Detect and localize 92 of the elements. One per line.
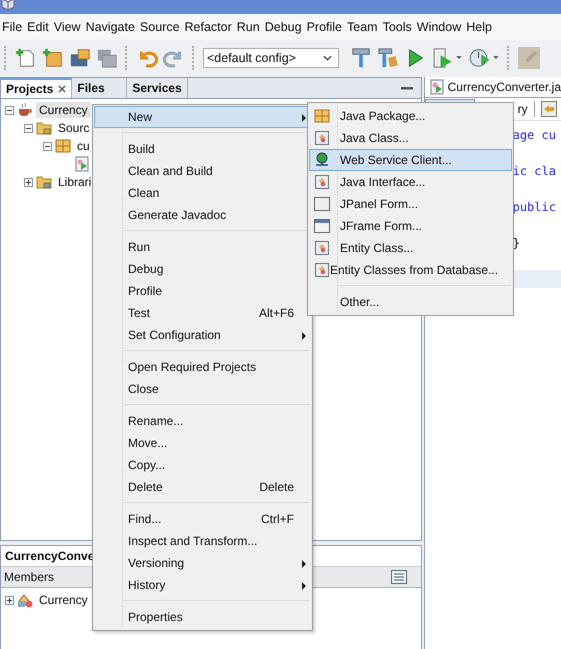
menu-item[interactable]: History xyxy=(94,574,311,596)
menu-bar-item[interactable]: Navigate xyxy=(84,20,139,34)
menu-bar-item[interactable]: Refactor xyxy=(184,20,236,34)
hammer-broom-icon[interactable] xyxy=(377,47,399,69)
panel-tab[interactable]: Projects xyxy=(1,78,72,98)
menu-item[interactable]: Copy... xyxy=(94,454,311,476)
menu-item[interactable]: Java Interface... xyxy=(309,171,512,193)
class-file-icon xyxy=(314,262,330,278)
panel-tab[interactable]: Files xyxy=(72,78,128,98)
code-text: } xyxy=(512,236,520,250)
config-dropdown[interactable]: <default config> xyxy=(203,48,339,68)
menu-bar-item[interactable]: Run xyxy=(236,20,264,34)
tree-item[interactable]: Currency xyxy=(36,592,91,608)
hammer-icon[interactable] xyxy=(350,47,372,69)
menu-item[interactable]: Other... xyxy=(309,291,512,313)
menu-item[interactable]: Rename... xyxy=(94,410,311,432)
tree-item[interactable]: cu xyxy=(74,138,93,154)
collapse-icon[interactable] xyxy=(43,142,52,150)
menu-item[interactable]: Run xyxy=(94,236,311,258)
menu-item[interactable]: Generate Javadoc xyxy=(94,204,311,226)
new-file-icon[interactable] xyxy=(15,47,37,69)
menu-bar-item[interactable]: Help xyxy=(465,20,496,34)
minimize-icon[interactable] xyxy=(400,86,413,90)
caret-icon xyxy=(323,55,332,61)
collapse-icon[interactable] xyxy=(24,124,33,132)
menu-item[interactable]: JFrame Form... xyxy=(309,215,512,237)
menu-item[interactable]: Find... Ctrl+F xyxy=(94,508,311,530)
open-folder-icon[interactable] xyxy=(69,47,91,69)
menu-bar-item[interactable]: Window xyxy=(416,20,466,34)
menu-item[interactable]: Properties xyxy=(94,606,311,628)
coffee-cup-icon xyxy=(17,102,33,118)
tree-item[interactable]: Librari xyxy=(55,174,94,190)
menu-item[interactable]: Versioning xyxy=(94,552,311,574)
list-icon[interactable] xyxy=(390,570,407,584)
save-all-icon[interactable] xyxy=(96,47,118,69)
class-file-icon xyxy=(314,240,330,256)
menu-bar-item[interactable]: Tools xyxy=(382,20,416,34)
java-file-icon xyxy=(428,79,445,95)
menu-item[interactable]: Open Required Projects xyxy=(94,356,311,378)
menu-bar-item[interactable]: File xyxy=(1,20,26,34)
window-icon xyxy=(314,218,330,234)
menu-bar-item[interactable]: View xyxy=(52,20,85,34)
code-text: ic cla xyxy=(512,164,556,178)
menu-item[interactable]: Clean and Build xyxy=(94,160,311,182)
close-icon[interactable] xyxy=(58,85,66,93)
menu-bar-item[interactable]: Profile xyxy=(306,20,346,34)
menu-item[interactable]: Inspect and Transform... xyxy=(94,530,311,552)
menu-item[interactable]: Set Configuration xyxy=(94,324,311,346)
panel-icon xyxy=(314,196,330,212)
collapse-icon[interactable] xyxy=(5,106,14,114)
menu-item[interactable]: JPanel Form... xyxy=(309,193,512,215)
view-tab[interactable]: ry xyxy=(518,102,528,116)
menu-item[interactable]: Java Package... xyxy=(309,105,512,127)
menu-item[interactable]: Entity Classes from Database... xyxy=(309,259,512,281)
menu-bar-item[interactable]: Debug xyxy=(264,20,306,34)
java-file-icon xyxy=(74,156,90,172)
package-icon xyxy=(55,138,71,154)
panel-tab[interactable]: Services xyxy=(127,78,188,98)
menu-item[interactable]: Delete Delete xyxy=(94,476,311,498)
cube-icon xyxy=(1,0,15,10)
menu-item[interactable]: Close xyxy=(94,378,311,400)
new-folder-icon[interactable] xyxy=(42,47,64,69)
folder-icon xyxy=(36,174,52,190)
menu-bar-item[interactable]: Edit xyxy=(26,20,53,34)
package-icon xyxy=(314,108,330,124)
panel-title: CurrencyConve xyxy=(5,549,94,563)
menu-item[interactable]: Build xyxy=(94,138,311,160)
globe-icon xyxy=(314,152,330,168)
expand-icon[interactable] xyxy=(24,178,33,186)
menu-item[interactable]: Java Class... xyxy=(309,127,512,149)
menu-item[interactable]: Profile xyxy=(94,280,311,302)
folder-icon xyxy=(36,120,52,136)
class-file-icon xyxy=(314,174,330,190)
menu-bar-item[interactable]: Source xyxy=(138,20,184,34)
code-text: public xyxy=(512,200,556,214)
class-file-icon xyxy=(314,130,330,146)
menu-bar-item[interactable]: Team xyxy=(346,20,382,34)
column-header: Members xyxy=(4,570,54,584)
menu-item[interactable]: Web Service Client... xyxy=(309,149,512,171)
tree-item[interactable]: Currency xyxy=(36,102,91,118)
menu-item[interactable]: Move... xyxy=(94,432,311,454)
tree-item[interactable]: Sourc xyxy=(55,120,92,136)
expand-icon[interactable] xyxy=(5,596,14,604)
debug-icon[interactable] xyxy=(431,47,463,69)
profile-icon[interactable] xyxy=(468,47,500,69)
menu-item[interactable]: Debug xyxy=(94,258,311,280)
editor-tab[interactable]: CurrencyConverter.ja xyxy=(424,77,561,97)
class-icon xyxy=(17,592,33,608)
menu-item[interactable]: Clean xyxy=(94,182,311,204)
menu-item[interactable]: Entity Class... xyxy=(309,237,512,259)
code-text: age cu xyxy=(512,128,556,142)
menu-item[interactable]: Test Alt+F6 xyxy=(94,302,311,324)
